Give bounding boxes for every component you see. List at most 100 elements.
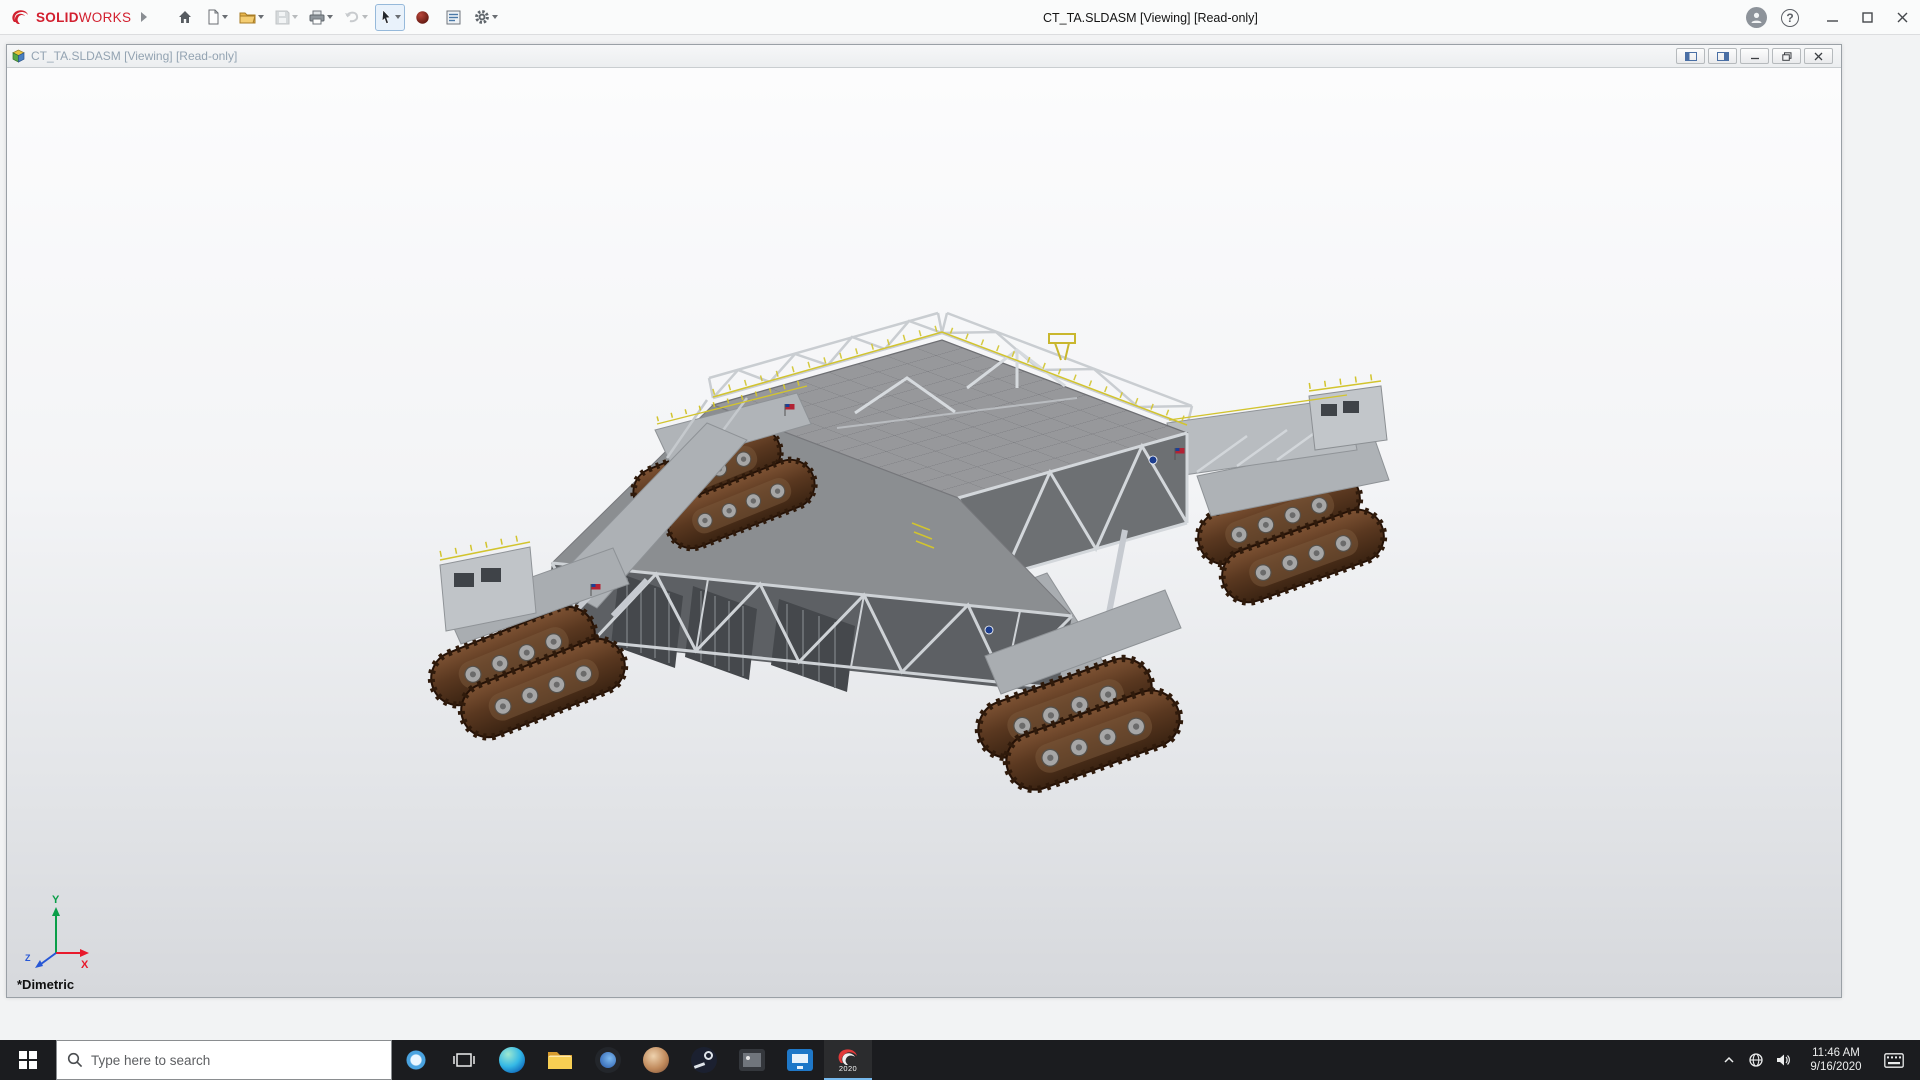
dropdown-arrow-icon[interactable] [362, 15, 369, 19]
cortana-icon [404, 1048, 428, 1072]
document-titlebar[interactable]: CT_TA.SLDASM [Viewing] [Read-only] [7, 45, 1841, 68]
print-button[interactable] [305, 4, 337, 31]
doc-close-icon [1814, 52, 1823, 60]
rear-right-truck [1166, 373, 1391, 610]
taskbar-app-steam[interactable] [680, 1040, 728, 1080]
pane-left-icon [1684, 51, 1697, 61]
doc-minimize-button[interactable] [1740, 48, 1769, 64]
open-folder-icon [239, 12, 256, 23]
taskbar-app-photos[interactable] [632, 1040, 680, 1080]
doc-restore-icon [1781, 51, 1791, 61]
clock[interactable]: 11:46 AM 9/16/2020 [1796, 1040, 1876, 1080]
task-view-icon [453, 1053, 475, 1067]
home-icon [179, 11, 192, 23]
brand-expand-arrow-icon[interactable] [141, 12, 148, 22]
axis-x-label: X [81, 959, 89, 971]
solidworks-brand: SOLIDWORKS [0, 7, 131, 27]
edge-icon [499, 1047, 525, 1073]
dropdown-arrow-icon[interactable] [395, 15, 402, 19]
network-button[interactable] [1742, 1040, 1769, 1080]
user-icon [1751, 12, 1762, 23]
account-avatar[interactable] [1746, 7, 1767, 28]
open-button[interactable] [235, 4, 268, 31]
select-cursor-icon [382, 9, 391, 24]
search-box[interactable] [56, 1040, 392, 1080]
viewport-3d[interactable]: Y X Z *Dimetric [7, 68, 1841, 997]
select-tool-button[interactable] [375, 3, 406, 31]
tray-chevron-button[interactable] [1715, 1040, 1742, 1080]
home-button[interactable] [171, 4, 199, 31]
taskbar-app-edge[interactable] [488, 1040, 536, 1080]
assembly-icon [12, 49, 25, 63]
options-button[interactable] [470, 4, 502, 31]
gear-icon [475, 10, 490, 24]
maximize-button[interactable] [1850, 0, 1885, 35]
dropdown-arrow-icon[interactable] [222, 15, 229, 19]
taskbar-app-blue[interactable] [776, 1040, 824, 1080]
taskbar-app-browser[interactable] [584, 1040, 632, 1080]
axis-y-arrow [52, 907, 60, 916]
close-icon [1897, 12, 1908, 23]
search-icon [67, 1052, 83, 1068]
main-toolbar [171, 3, 502, 31]
taskbar-app-image-viewer[interactable] [728, 1040, 776, 1080]
image-viewer-icon [739, 1049, 765, 1071]
search-input[interactable] [91, 1052, 361, 1068]
windows-logo-icon [19, 1051, 37, 1069]
axis-z-arrow [35, 960, 43, 968]
new-document-icon [208, 9, 219, 25]
pane-right-button[interactable] [1708, 48, 1737, 64]
report-button[interactable] [439, 4, 467, 31]
steam-icon [691, 1047, 717, 1073]
axis-x-arrow [80, 949, 89, 957]
report-icon [446, 10, 461, 24]
task-view-button[interactable] [440, 1040, 488, 1080]
help-icon: ? [1786, 10, 1794, 25]
print-icon [309, 10, 325, 24]
new-document-button[interactable] [202, 4, 232, 31]
browser-icon [595, 1047, 621, 1073]
system-tray: 11:46 AM 9/16/2020 [1715, 1040, 1920, 1080]
solidworks-version-badge: 2020 [838, 1064, 858, 1073]
crawler-model [7, 311, 1841, 997]
document-title: CT_TA.SLDASM [Viewing] [Read-only] [31, 49, 238, 63]
document-window: CT_TA.SLDASM [Viewing] [Read-only] Y X Z… [6, 44, 1842, 998]
speaker-icon [1776, 1054, 1790, 1066]
globe-network-icon [1748, 1053, 1763, 1067]
minimize-button[interactable] [1815, 0, 1850, 35]
save-icon [275, 10, 290, 24]
undo-icon [345, 11, 359, 23]
clock-time: 11:46 AM [1812, 1047, 1860, 1059]
file-explorer-icon [548, 1052, 572, 1069]
doc-restore-button[interactable] [1772, 48, 1801, 64]
doc-close-button[interactable] [1804, 48, 1833, 64]
dropdown-arrow-icon[interactable] [492, 15, 499, 19]
maximize-icon [1862, 12, 1873, 23]
view-orientation-label: *Dimetric [17, 977, 75, 992]
doc-minimize-icon [1750, 57, 1759, 60]
dropdown-arrow-icon[interactable] [292, 15, 299, 19]
axis-z-label: Z [25, 953, 31, 963]
photos-icon [643, 1047, 669, 1073]
clock-date: 9/16/2020 [1810, 1061, 1862, 1073]
keyboard-icon [1884, 1052, 1904, 1068]
pane-right-icon [1716, 51, 1729, 61]
taskbar-app-solidworks[interactable]: 2020 [824, 1040, 872, 1080]
start-button[interactable] [0, 1040, 56, 1080]
close-button[interactable] [1885, 0, 1920, 35]
xpert-button[interactable] [408, 4, 436, 31]
pane-left-button[interactable] [1676, 48, 1705, 64]
cortana-button[interactable] [392, 1040, 440, 1080]
notification-button[interactable] [1876, 1040, 1912, 1080]
dropdown-arrow-icon[interactable] [327, 15, 334, 19]
blue-app-icon [787, 1049, 813, 1071]
chevron-up-icon [1723, 1056, 1734, 1063]
save-button[interactable] [271, 4, 302, 31]
volume-button[interactable] [1769, 1040, 1796, 1080]
rear-cab [1308, 385, 1388, 451]
dropdown-arrow-icon[interactable] [258, 15, 265, 19]
undo-button[interactable] [340, 4, 372, 31]
help-button[interactable]: ? [1781, 8, 1799, 27]
taskbar-app-file-explorer[interactable] [536, 1040, 584, 1080]
app-titlebar: SOLIDWORKS CT_TA.SLDASM [Viewing] [Read-… [0, 0, 1920, 35]
